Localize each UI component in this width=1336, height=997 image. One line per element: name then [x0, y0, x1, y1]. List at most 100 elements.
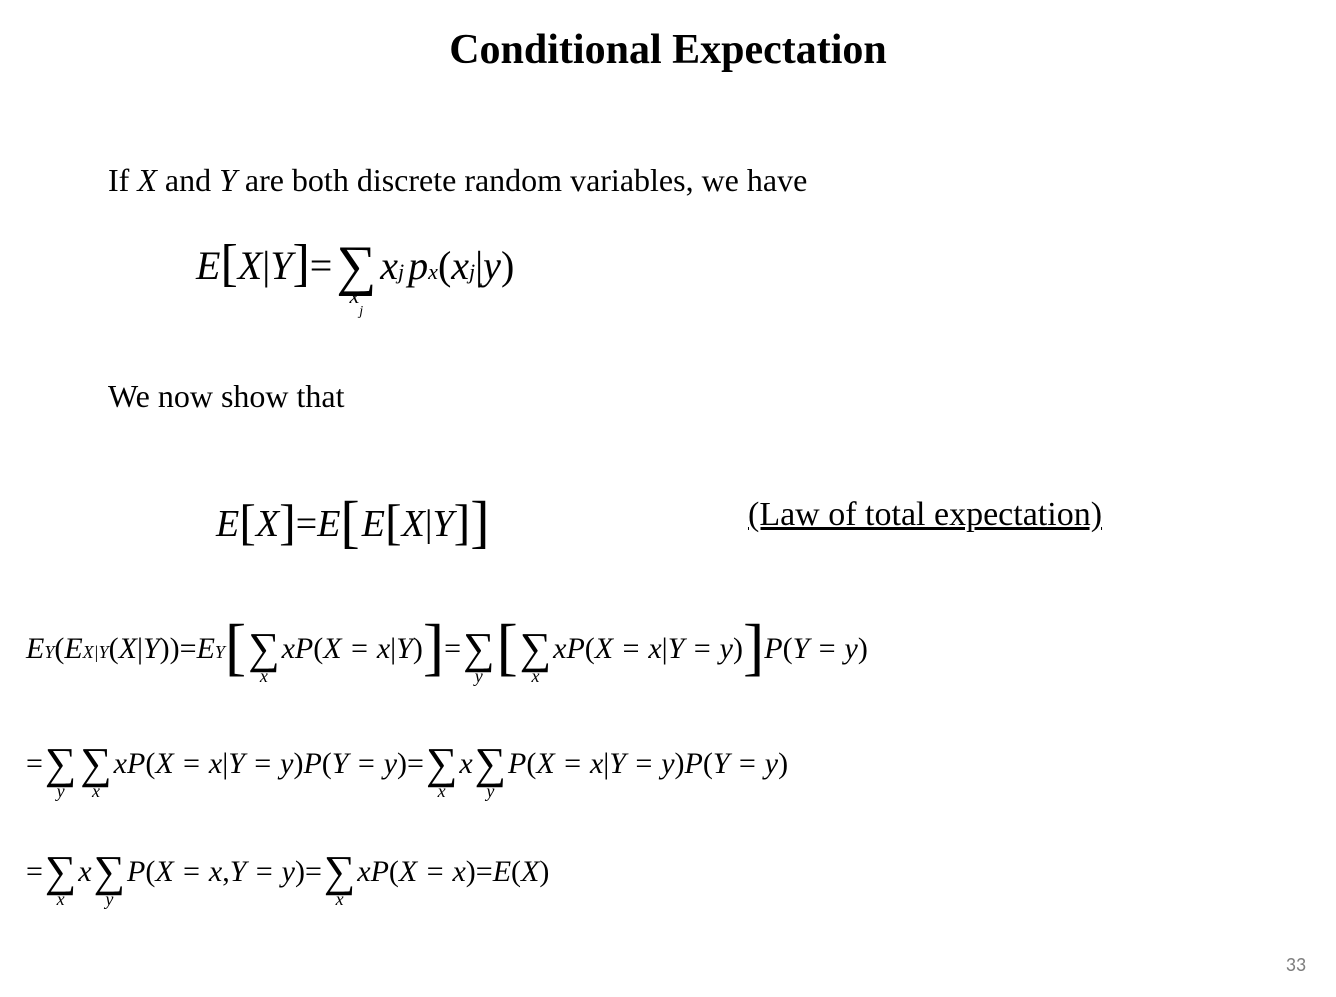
- d3-comma: ,: [222, 855, 230, 889]
- d1-P: P: [764, 632, 782, 666]
- d2-Yeqy2: Y = y: [332, 747, 397, 781]
- d1-sigma2: ∑y: [463, 627, 494, 671]
- d3-P: P: [127, 855, 145, 889]
- d1-sigma1: ∑x: [248, 627, 279, 671]
- slide-title: Conditional Expectation: [0, 26, 1336, 74]
- eq2-Y: Y: [432, 502, 453, 546]
- eq1-sigma-sub: xj: [349, 283, 363, 313]
- eq2-X2: X: [402, 502, 425, 546]
- law-of-total-expectation-label: (Law of total expectation): [748, 496, 1102, 534]
- d3-sigma2: ∑y: [94, 850, 125, 894]
- d2-sigma3sub: x: [438, 781, 446, 802]
- d2-sigma1: ∑y: [45, 742, 76, 786]
- eq1-xj-j: j: [398, 259, 404, 285]
- d3-sigma2sub: y: [105, 889, 113, 910]
- d3-lp2: (: [389, 855, 399, 889]
- d1-eq1: =: [180, 632, 197, 666]
- d1-rp2: )): [160, 632, 180, 666]
- d1-xP: xP: [282, 632, 314, 666]
- eq1-X: X: [238, 242, 262, 289]
- equation-conditional-expectation-definition: E [ X | Y ] = ∑ xj xj px ( xj | y ): [196, 236, 514, 295]
- d2-x: x: [459, 747, 472, 781]
- d1-lp1: (: [54, 632, 64, 666]
- eq1-rp: ): [501, 242, 514, 289]
- d2-eq2: =: [407, 747, 424, 781]
- d2-Yeqy: Y = y: [228, 747, 293, 781]
- d2-rp2: ): [397, 747, 407, 781]
- eq2-rb3: ]: [454, 493, 471, 551]
- eq1-arg-j: j: [469, 259, 475, 285]
- d2-sigma2sub: x: [92, 781, 100, 802]
- d3-sigma1: ∑x: [45, 850, 76, 894]
- d2-eq1: =: [26, 747, 43, 781]
- eq1-sigma: ∑ xj: [336, 238, 376, 294]
- d1-rp4: ): [733, 632, 743, 666]
- d1-XYsub: X|Y: [83, 642, 109, 663]
- d2-sigma1sub: y: [57, 781, 65, 802]
- d2-P2: P: [508, 747, 526, 781]
- d2-rp1: ): [293, 747, 303, 781]
- d1-EY: E: [26, 632, 44, 666]
- d3-eq2: =: [305, 855, 322, 889]
- eq2-lb2: [: [340, 488, 359, 555]
- eq2-lb1: [: [239, 493, 256, 551]
- d1-sigma3sub: x: [531, 666, 539, 687]
- intro-prefix: If: [108, 162, 137, 198]
- eq2-E2: E: [317, 502, 340, 546]
- eq1-arg-bar: |: [475, 242, 483, 289]
- intro-x: X: [137, 162, 157, 198]
- d1-rbr: ]: [423, 618, 444, 676]
- eq1-p-sub: x: [428, 259, 438, 285]
- eq1-p: p: [408, 242, 428, 289]
- intro-mid: and: [157, 162, 219, 198]
- equation-law-of-total-expectation: E [ X ] = E [ E [ X | Y ] ]: [216, 490, 490, 557]
- d2-lp4: (: [703, 747, 713, 781]
- d3-lp3: (: [511, 855, 521, 889]
- d2-sigma4sub: y: [486, 781, 494, 802]
- d1-rp5: ): [858, 632, 868, 666]
- eq1-bar: |: [262, 242, 270, 289]
- eq1-xj-x: x: [380, 242, 398, 289]
- eq1-sigma-sub-j: j: [359, 304, 363, 319]
- d3-rp2: ): [466, 855, 476, 889]
- eq1-arg-x: x: [451, 242, 469, 289]
- d1-lp5: (: [783, 632, 793, 666]
- slide: Conditional Expectation If X and Y are b…: [0, 0, 1336, 997]
- we-now-show-text: We now show that: [108, 378, 345, 415]
- d3-eq1: =: [26, 855, 43, 889]
- eq2-E1: E: [216, 502, 239, 546]
- d1-Xeqx: X = x: [323, 632, 390, 666]
- d2-sigma2: ∑x: [80, 742, 111, 786]
- d3-Yeqy: Y = y: [230, 855, 295, 889]
- intro-text: If X and Y are both discrete random vari…: [108, 162, 807, 199]
- d1-xP2: xP: [553, 632, 585, 666]
- d3-x: x: [78, 855, 91, 889]
- d1-lbr2: [: [496, 618, 517, 676]
- eq2-E3: E: [362, 502, 385, 546]
- d1-Yeqy: Y = y: [668, 632, 733, 666]
- derivation-line-2: = ∑y ∑x xP ( X = x | Y = y ) P ( Y = y )…: [26, 742, 788, 786]
- d1-Ysub2: Y: [215, 642, 225, 663]
- d2-Yeqy3: Y = y: [609, 747, 674, 781]
- eq1-equals: =: [310, 242, 333, 289]
- eq2-X: X: [256, 502, 279, 546]
- d2-sigma4: ∑y: [475, 742, 506, 786]
- d3-eq3: =: [476, 855, 493, 889]
- d3-Xeqx: X = x: [155, 855, 222, 889]
- d3-sigma1sub: x: [57, 889, 65, 910]
- d2-P: P: [303, 747, 321, 781]
- d1-Xeqx2: X = x: [595, 632, 662, 666]
- d1-lbr: [: [225, 618, 246, 676]
- intro-suffix: are both discrete random variables, we h…: [237, 162, 807, 198]
- derivation-line-1: EY ( EX|Y ( X | Y )) = EY [ ∑x xP ( X = …: [26, 620, 868, 678]
- d1-sigma2sub: y: [475, 666, 483, 687]
- intro-y: Y: [219, 162, 237, 198]
- eq1-Y: Y: [270, 242, 292, 289]
- eq2-bar: |: [425, 502, 433, 546]
- d2-Xeqx2: X = x: [536, 747, 603, 781]
- d2-rp3: ): [675, 747, 685, 781]
- d2-P3: P: [685, 747, 703, 781]
- d1-Ysub: Y: [44, 642, 54, 663]
- d2-xP: xP: [114, 747, 146, 781]
- d1-lp3: (: [313, 632, 323, 666]
